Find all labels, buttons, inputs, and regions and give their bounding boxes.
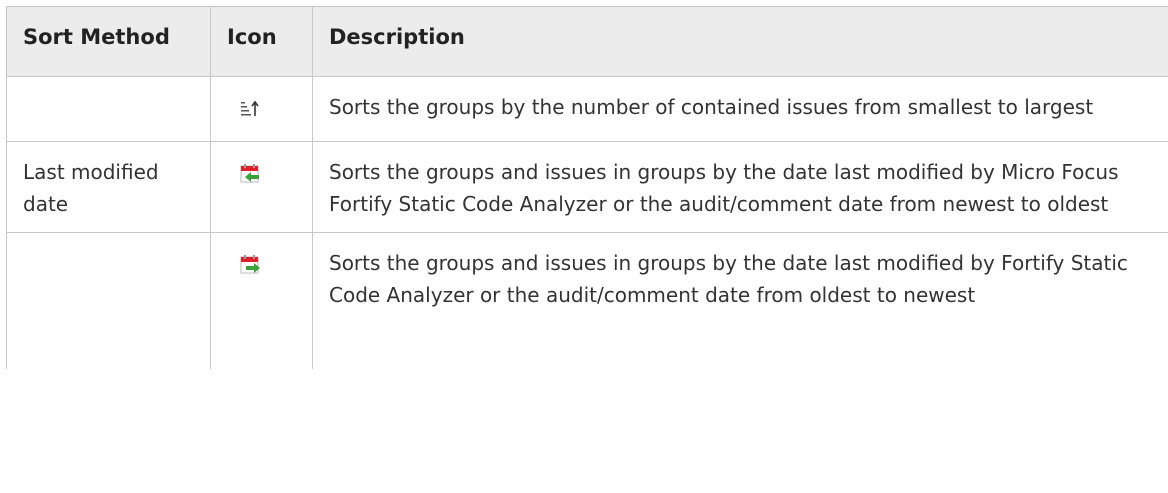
table-row: Sorts the groups and issues in groups by… [6,232,1168,369]
sort-method-cell: Last modified date [6,141,211,233]
sort-by-count-ascending-icon [241,100,259,116]
header-description: Description [312,6,1168,77]
sort-method-cell [6,232,211,369]
description-cell: Sorts the groups by the number of contai… [312,76,1168,142]
description-cell: Sorts the groups and issues in groups by… [312,141,1168,233]
description-cell: Sorts the groups and issues in groups by… [312,232,1168,369]
sort-methods-table: Sort Method Icon Description Sorts the g… [6,6,1168,369]
calendar-arrow-right-icon [240,255,260,274]
table-row: Last modified date Sorts the groups and … [6,141,1168,233]
table-header-row: Sort Method Icon Description [6,6,1168,77]
header-icon: Icon [210,6,313,77]
calendar-arrow-left-icon [240,164,259,183]
icon-cell [210,141,313,233]
icon-cell [210,76,313,142]
header-sort-method: Sort Method [6,6,211,77]
sort-method-cell [6,76,211,142]
icon-cell [210,232,313,369]
table-row: Sorts the groups by the number of contai… [6,76,1168,142]
